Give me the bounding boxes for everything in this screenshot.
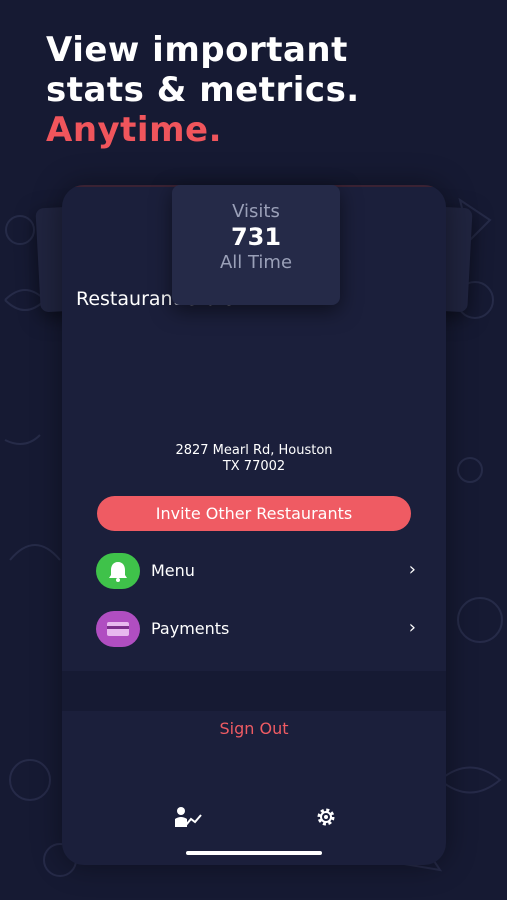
chevron-right-icon: › (408, 559, 416, 580)
payments-icon-badge (96, 611, 140, 647)
menu-label: Menu (151, 561, 195, 580)
chevron-right-icon: › (408, 617, 416, 638)
headline-accent: Anytime. (46, 110, 222, 150)
payments-row[interactable]: Payments › (96, 611, 416, 647)
stat-label: Visits (232, 201, 280, 222)
stat-value: 731 (230, 223, 282, 251)
menu-row[interactable]: Menu › (96, 553, 416, 589)
sign-out-button[interactable]: Sign Out (62, 719, 446, 738)
stat-card-visits-all: Visits 731 All Time (172, 185, 340, 305)
card-icon (107, 622, 129, 636)
gear-icon[interactable] (314, 805, 338, 829)
invite-restaurants-button[interactable]: Invite Other Restaurants (97, 496, 411, 531)
address-line-1: 2827 Mearl Rd, Houston (175, 443, 333, 458)
home-indicator (186, 851, 322, 855)
stat-sub: All Time (219, 252, 293, 273)
marketing-headline: View important stats & metrics. Anytime. (46, 30, 360, 150)
payments-label: Payments (151, 619, 230, 638)
bell-icon (109, 562, 127, 582)
headline-line-2: stats & metrics. (46, 70, 360, 110)
profile-chart-icon[interactable] (172, 805, 202, 831)
restaurant-address: 2827 Mearl Rd, Houston TX 77002 (62, 443, 446, 475)
section-gap (62, 671, 446, 711)
headline-line-1: View important (46, 30, 348, 70)
address-line-2: TX 77002 (222, 459, 286, 474)
menu-icon-badge (96, 553, 140, 589)
